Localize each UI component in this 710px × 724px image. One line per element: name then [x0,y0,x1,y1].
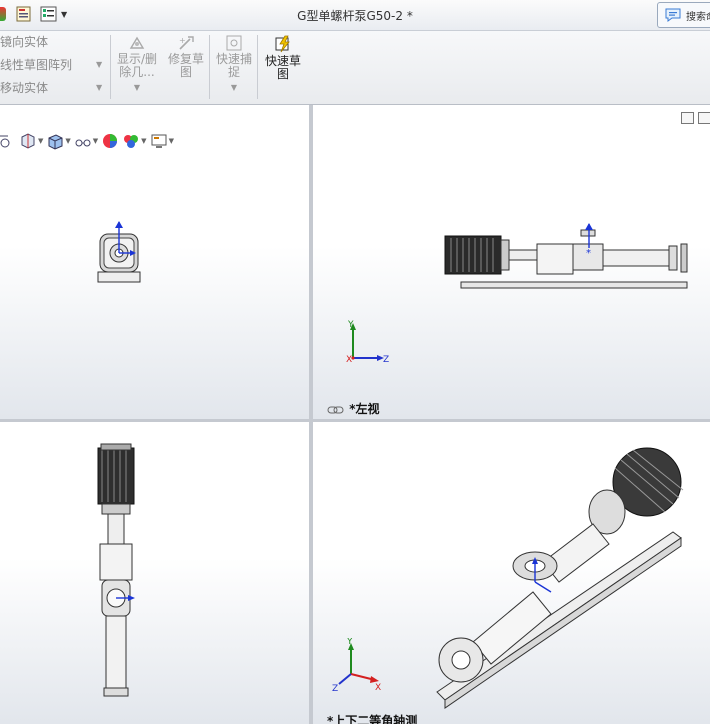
search-label: 搜索命令 [686,12,710,23]
quick-sketch-button[interactable]: 快速草图 [261,35,305,81]
quick-snaps-button[interactable]: 快速捕捉 ▼ [213,35,255,94]
move-entities-label: 移动实体 [0,81,49,95]
triad-z-label: Z [383,355,389,365]
maximize-viewport-icon[interactable] [698,112,710,124]
quick-sketch-label: 快速草图 [264,54,301,81]
search-commands-box[interactable]: 搜索命令 [657,2,710,28]
chevron-down-icon[interactable]: ▼ [114,81,160,94]
coordinate-triad: Y X Z [332,638,381,694]
linear-sketch-pattern-label: 线性草图阵列 [0,58,73,72]
zoom-area-icon [0,135,10,148]
svg-text:+: + [179,36,186,45]
viewport-top-view[interactable] [0,422,309,724]
show-delete-label: 显示/删除几... [116,52,158,79]
restore-viewport-icon[interactable] [681,112,694,124]
svg-text:*: * [586,248,591,259]
view-cube-icon [48,134,63,150]
chevron-down-icon[interactable]: ▼ [96,78,102,98]
linear-sketch-pattern-command[interactable]: 线性草图阵列 ▼ [0,55,106,75]
view-name-left: *左视 [349,402,380,416]
heads-up-view-toolbar: ▼ ▼ ▼ ▼ ▼ [0,131,174,151]
chevron-down-icon[interactable]: ▼ [141,137,146,145]
triad-x-label: X [375,683,381,693]
repair-sketch-icon: + [179,36,194,50]
viewport-label-trimetric: *上下二等角轴测 [327,712,417,724]
show-delete-relations-button[interactable]: 显示/删除几... ▼ [114,35,160,94]
monitor-settings-icon [151,134,167,148]
chevron-down-icon[interactable]: ▼ [93,137,98,145]
pump-front-view-model [97,221,141,283]
view-orientation-tool[interactable] [0,132,16,150]
viewport-left-view[interactable]: * Y Z X *左视 [313,105,710,419]
triad-x-label: X [346,355,352,365]
chevron-down-icon[interactable]: ▼ [169,137,174,145]
coordinate-triad: Y Z X [346,320,389,365]
view-name-trimetric: *上下二等角轴测 [327,714,418,724]
ribbon-divider [257,35,258,99]
link-views-icon[interactable] [327,405,345,415]
viewport-label-left: *左视 [327,400,379,417]
scene-icon [124,135,139,148]
repair-sketch-button[interactable]: + 修复草图 [164,35,208,79]
edit-appearance-tool[interactable] [101,132,119,150]
viewport-window-controls [681,112,710,124]
ribbon-divider [110,35,111,99]
quick-snaps-label: 快速捕捉 [216,52,253,79]
apply-scene-dropdown[interactable]: ▼ [122,132,147,150]
command-manager-ribbon: 镜向实体 线性草图阵列 ▼ 移动实体 ▼ 显示/删除几... ▼ + 修复草图 … [0,31,710,105]
mirror-entities-label: 镜向实体 [0,35,49,49]
chevron-down-icon[interactable]: ▼ [65,137,70,145]
section-view-icon [21,133,35,149]
title-bar: ▼ G型单螺杆泵G50-2 * 搜索命令 [0,0,710,31]
view-orientation-dropdown[interactable]: ▼ [46,132,71,150]
snap-target-icon [226,35,242,51]
mirror-entities-command[interactable]: 镜向实体 [0,32,48,52]
triad-z-label: Z [332,684,338,694]
section-view-tool[interactable]: ▼ [19,132,43,150]
repair-sketch-label: 修复草图 [168,52,205,79]
ribbon-divider [209,35,210,99]
speech-bubble-icon [665,8,681,22]
chevron-down-icon[interactable]: ▼ [213,81,255,94]
hide-show-items-dropdown[interactable]: ▼ [74,132,98,150]
quick-sketch-icon [275,35,290,53]
pump-top-view-model [97,443,135,697]
display-settings-dropdown[interactable]: ▼ [150,132,174,150]
triad-y-label: Y [346,638,353,647]
window-title: G型单螺杆泵G50-2 * [297,9,413,23]
pump-side-view-model: * [444,223,688,289]
relations-icon [129,36,145,49]
chevron-down-icon[interactable]: ▼ [38,137,43,145]
move-entities-command[interactable]: 移动实体 ▼ [0,78,106,98]
appearance-sphere-icon [103,134,118,148]
viewport-trimetric-view[interactable]: Y X Z *上下二等角轴测 [313,422,710,724]
triad-y-label: Y [347,320,354,330]
pump-isometric-model [436,447,684,709]
chevron-down-icon[interactable]: ▼ [96,55,102,75]
viewport-front-view[interactable]: ▼ ▼ ▼ ▼ ▼ [0,105,309,419]
glasses-icon [75,139,91,147]
